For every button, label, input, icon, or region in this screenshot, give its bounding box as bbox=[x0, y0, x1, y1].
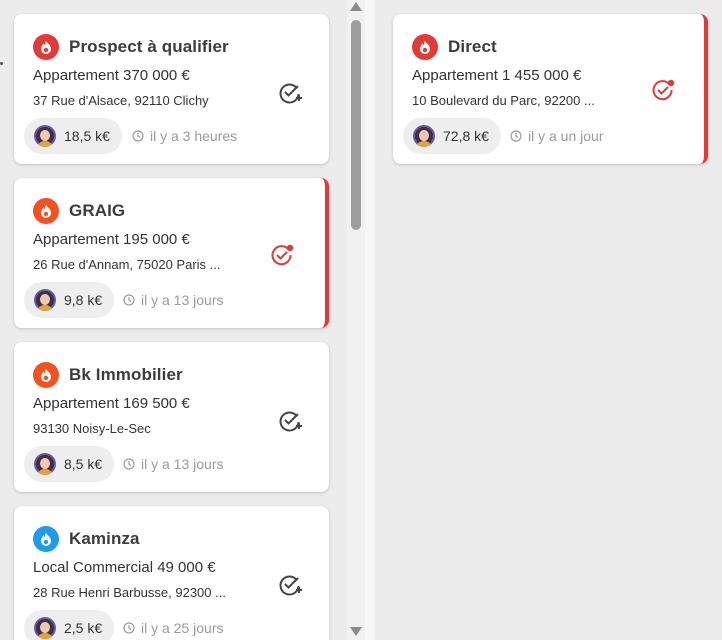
timestamp-text: il y a 25 jours bbox=[141, 620, 224, 636]
property-address: 37 Rue d'Alsace, 92110 Clichy bbox=[33, 93, 209, 108]
fee-chip[interactable]: 9,8 k€ bbox=[24, 282, 115, 318]
avatar bbox=[413, 125, 435, 147]
scroll-down-arrow-icon[interactable] bbox=[350, 627, 362, 636]
fee-amount: 8,5 k€ bbox=[64, 456, 103, 472]
timestamp: il y a 25 jours bbox=[123, 620, 223, 636]
scroll-thumb[interactable] bbox=[351, 20, 361, 230]
card-title: Prospect à qualifier bbox=[69, 37, 229, 56]
card-header: Kaminza bbox=[33, 526, 140, 552]
column-gutter bbox=[365, 0, 375, 640]
fee-amount: 18,5 k€ bbox=[64, 128, 110, 144]
property-summary: Appartement 195 000 € bbox=[33, 231, 190, 248]
fee-chip[interactable]: 72,8 k€ bbox=[403, 118, 501, 154]
card-header: GRAIG bbox=[33, 198, 125, 224]
timestamp: il y a 13 jours bbox=[123, 456, 223, 472]
property-summary: Appartement 1 455 000 € bbox=[412, 67, 582, 84]
card-header: Prospect à qualifier bbox=[33, 34, 229, 60]
property-summary: Appartement 370 000 € bbox=[33, 67, 190, 84]
lead-card[interactable]: Bk Immobilier Appartement 169 500 € 9313… bbox=[14, 342, 329, 492]
clock-icon bbox=[123, 294, 135, 306]
property-summary: Local Commercial 49 000 € bbox=[33, 559, 216, 576]
card-title: GRAIG bbox=[69, 201, 126, 220]
property-address: 28 Rue Henri Barbusse, 92300 ... bbox=[33, 585, 226, 600]
fee-chip[interactable]: 8,5 k€ bbox=[24, 446, 115, 482]
timestamp: il y a 3 heures bbox=[132, 128, 237, 144]
fee-amount: 72,8 k€ bbox=[443, 128, 489, 144]
avatar bbox=[34, 617, 56, 639]
fee-chip[interactable]: 18,5 k€ bbox=[24, 118, 122, 154]
right-column: Direct Appartement 1 455 000 € 10 Boulev… bbox=[375, 0, 722, 640]
left-column: Prospect à qualifier Appartement 370 000… bbox=[0, 0, 347, 640]
card-header: Bk Immobilier bbox=[33, 362, 183, 388]
timestamp-text: il y a un jour bbox=[528, 128, 604, 144]
flame-icon bbox=[33, 34, 59, 60]
timestamp-text: il y a 13 jours bbox=[141, 292, 224, 308]
avatar bbox=[34, 453, 56, 475]
property-address: 93130 Noisy-Le-Sec bbox=[33, 421, 151, 436]
property-address: 10 Boulevard du Parc, 92200 ... bbox=[412, 93, 595, 108]
lead-card[interactable]: Kaminza Local Commercial 49 000 € 28 Rue… bbox=[14, 506, 329, 640]
avatar bbox=[34, 289, 56, 311]
avatar bbox=[34, 125, 56, 147]
timestamp: il y a un jour bbox=[510, 128, 603, 144]
lead-card[interactable]: Direct Appartement 1 455 000 € 10 Boulev… bbox=[393, 14, 708, 164]
timestamp-text: il y a 13 jours bbox=[141, 456, 224, 472]
scrollbar[interactable] bbox=[347, 0, 365, 640]
flame-icon bbox=[33, 198, 59, 224]
check-add-icon[interactable] bbox=[277, 80, 303, 106]
check-alert-icon[interactable] bbox=[650, 78, 676, 104]
flame-icon bbox=[33, 362, 59, 388]
card-title: Direct bbox=[448, 37, 497, 56]
timestamp-text: il y a 3 heures bbox=[150, 128, 238, 144]
check-alert-icon[interactable] bbox=[269, 243, 295, 269]
lead-card[interactable]: Prospect à qualifier Appartement 370 000… bbox=[14, 14, 329, 164]
fee-amount: 9,8 k€ bbox=[64, 292, 103, 308]
property-summary: Appartement 169 500 € bbox=[33, 395, 190, 412]
property-address: 26 Rue d'Annam, 75020 Paris ... bbox=[33, 257, 221, 272]
flame-icon bbox=[412, 34, 438, 60]
clock-icon bbox=[123, 458, 135, 470]
clock-icon bbox=[510, 130, 522, 142]
clock-icon bbox=[132, 130, 144, 142]
fee-chip[interactable]: 2,5 k€ bbox=[24, 610, 115, 640]
card-title: Bk Immobilier bbox=[69, 365, 183, 384]
card-header: Direct bbox=[412, 34, 497, 60]
timestamp: il y a 13 jours bbox=[123, 292, 223, 308]
clock-icon bbox=[123, 622, 135, 634]
fee-amount: 2,5 k€ bbox=[64, 620, 103, 636]
flame-icon bbox=[33, 526, 59, 552]
edge-marker bbox=[0, 62, 3, 65]
check-add-icon[interactable] bbox=[277, 572, 303, 598]
scroll-up-arrow-icon[interactable] bbox=[350, 2, 362, 11]
check-add-icon[interactable] bbox=[277, 408, 303, 434]
lead-card[interactable]: GRAIG Appartement 195 000 € 26 Rue d'Ann… bbox=[14, 178, 329, 328]
card-title: Kaminza bbox=[69, 529, 140, 548]
